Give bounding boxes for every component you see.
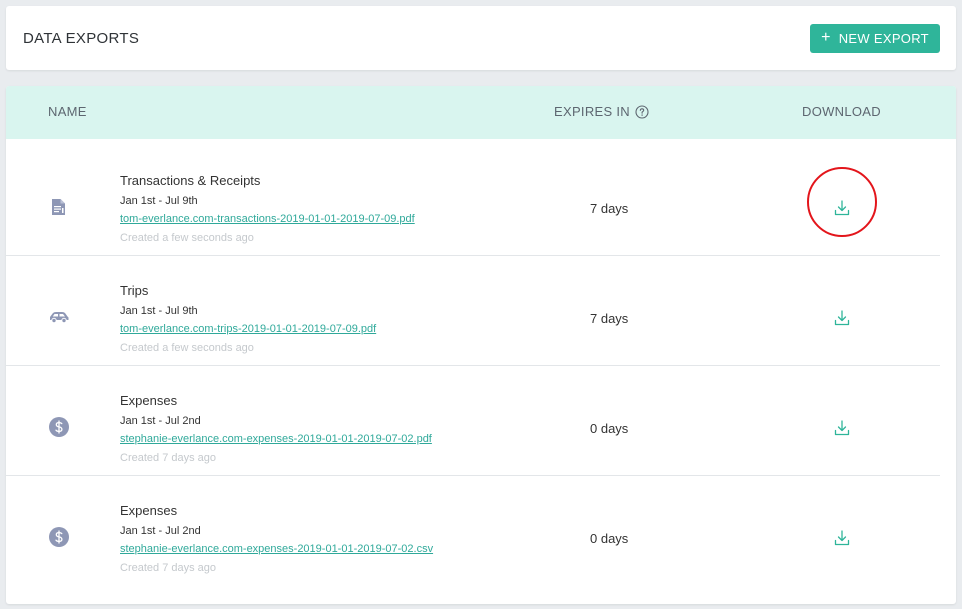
export-expires-value: 7 days bbox=[590, 311, 629, 326]
help-circle-icon[interactable] bbox=[635, 104, 649, 119]
export-expires-value: 7 days bbox=[590, 201, 629, 216]
table-row: Expenses Jan 1st - Jul 2nd stephanie-eve… bbox=[6, 366, 940, 476]
export-expires-value: 0 days bbox=[590, 421, 629, 436]
table-row: Transactions & Receipts Jan 1st - Jul 9t… bbox=[6, 146, 940, 256]
export-file-link[interactable]: stephanie-everlance.com-expenses-2019-01… bbox=[120, 543, 433, 555]
table-header: NAME EXPIRES IN DOWNLOAD bbox=[6, 86, 956, 139]
download-icon[interactable] bbox=[832, 418, 852, 438]
export-title: Expenses bbox=[120, 393, 178, 408]
export-date-range: Jan 1st - Jul 9th bbox=[120, 195, 198, 207]
column-header-name: NAME bbox=[48, 104, 87, 119]
export-date-range: Jan 1st - Jul 2nd bbox=[120, 415, 201, 427]
export-title: Transactions & Receipts bbox=[120, 173, 261, 188]
header-card: DATA EXPORTS + NEW EXPORT bbox=[6, 6, 956, 70]
dollar-coin-icon bbox=[48, 416, 70, 438]
export-file-link[interactable]: tom-everlance.com-trips-2019-01-01-2019-… bbox=[120, 323, 376, 335]
export-date-range: Jan 1st - Jul 9th bbox=[120, 305, 198, 317]
download-icon[interactable] bbox=[832, 198, 852, 218]
export-date-range: Jan 1st - Jul 2nd bbox=[120, 525, 201, 537]
dollar-coin-icon bbox=[48, 526, 70, 548]
column-header-download: DOWNLOAD bbox=[802, 104, 881, 119]
export-file-link[interactable]: stephanie-everlance.com-expenses-2019-01… bbox=[120, 433, 432, 445]
export-title: Trips bbox=[120, 283, 149, 298]
export-created-time: Created a few seconds ago bbox=[120, 232, 254, 244]
new-export-button[interactable]: + NEW EXPORT bbox=[810, 24, 940, 53]
table-row: Trips Jan 1st - Jul 9th tom-everlance.co… bbox=[6, 256, 940, 366]
column-header-expires: EXPIRES IN bbox=[554, 104, 649, 119]
download-icon[interactable] bbox=[832, 308, 852, 328]
exports-table: NAME EXPIRES IN DOWNLOAD Transactions & … bbox=[6, 86, 956, 604]
export-created-time: Created 7 days ago bbox=[120, 452, 217, 464]
receipt-icon bbox=[48, 196, 70, 218]
new-export-label: NEW EXPORT bbox=[838, 31, 929, 46]
export-title: Expenses bbox=[120, 503, 178, 518]
table-row: Expenses Jan 1st - Jul 2nd stephanie-eve… bbox=[6, 476, 940, 586]
plus-icon: + bbox=[821, 29, 831, 46]
download-icon[interactable] bbox=[832, 528, 852, 548]
page-title: DATA EXPORTS bbox=[23, 30, 140, 47]
export-expires-value: 0 days bbox=[590, 531, 629, 546]
export-created-time: Created a few seconds ago bbox=[120, 342, 254, 354]
export-created-time: Created 7 days ago bbox=[120, 562, 217, 574]
car-icon bbox=[48, 306, 70, 328]
column-header-expires-label: EXPIRES IN bbox=[554, 104, 630, 119]
export-file-link[interactable]: tom-everlance.com-transactions-2019-01-0… bbox=[120, 213, 415, 225]
